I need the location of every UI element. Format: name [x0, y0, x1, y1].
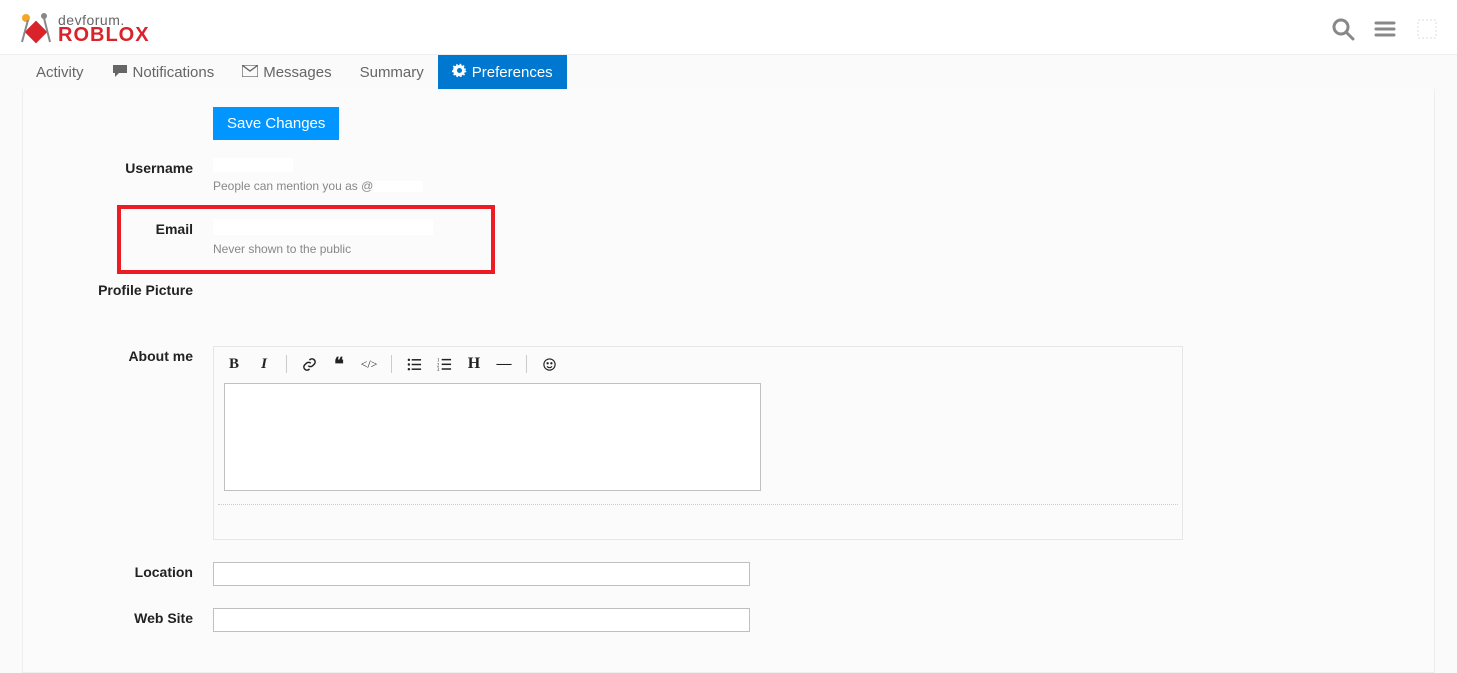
website-label: Web Site — [23, 608, 213, 626]
avatar-icon[interactable] — [1415, 17, 1439, 41]
logo-mark-icon — [18, 10, 54, 48]
svg-text:3: 3 — [437, 368, 440, 372]
site-logo[interactable]: devforum. ROBLOX — [18, 10, 150, 48]
profile-picture-label: Profile Picture — [23, 282, 213, 298]
numbered-list-button[interactable]: 123 — [432, 353, 456, 375]
comment-icon — [112, 64, 128, 81]
tab-preferences[interactable]: Preferences — [438, 55, 567, 89]
website-input[interactable] — [213, 608, 750, 632]
username-label: Username — [23, 158, 213, 176]
preferences-panel: Save Changes Username People can mention… — [22, 89, 1435, 673]
search-icon[interactable] — [1331, 17, 1355, 41]
location-input[interactable] — [213, 562, 750, 586]
heading-button[interactable]: H — [462, 353, 486, 375]
location-label: Location — [23, 562, 213, 580]
email-label: Email — [121, 219, 213, 237]
tab-messages[interactable]: Messages — [228, 56, 345, 89]
link-button[interactable] — [297, 353, 321, 375]
username-value — [213, 158, 293, 172]
email-value — [213, 219, 433, 235]
save-button[interactable]: Save Changes — [213, 107, 339, 140]
about-editor: B I ❝ </> 123 H — — [213, 346, 1183, 540]
gear-icon — [452, 63, 467, 81]
separator — [526, 355, 527, 373]
email-highlight-box: Email Never shown to the public — [117, 205, 495, 274]
bulleted-list-button[interactable] — [402, 353, 426, 375]
tab-summary[interactable]: Summary — [346, 56, 438, 89]
separator — [391, 355, 392, 373]
tab-activity[interactable]: Activity — [22, 56, 98, 89]
logo-title: ROBLOX — [58, 26, 150, 44]
editor-toolbar: B I ❝ </> 123 H — — [216, 349, 1180, 379]
code-button[interactable]: </> — [357, 353, 381, 375]
about-textarea[interactable] — [224, 383, 761, 491]
mention-hint: People can mention you as @ — [213, 179, 1434, 193]
quote-button[interactable]: ❝ — [327, 353, 351, 375]
hamburger-menu-icon[interactable] — [1373, 17, 1397, 41]
email-hint: Never shown to the public — [213, 242, 491, 256]
editor-drag-handle[interactable] — [218, 504, 1178, 505]
profile-tabs: Activity Notifications Messages Summary … — [0, 55, 1457, 89]
hr-button[interactable]: — — [492, 353, 516, 375]
separator — [286, 355, 287, 373]
top-bar: devforum. ROBLOX — [0, 0, 1457, 55]
bold-button[interactable]: B — [222, 353, 246, 375]
tab-notifications[interactable]: Notifications — [98, 56, 229, 89]
about-label: About me — [23, 346, 213, 364]
envelope-icon — [242, 64, 258, 80]
emoji-button[interactable] — [537, 353, 561, 375]
italic-button[interactable]: I — [252, 353, 276, 375]
